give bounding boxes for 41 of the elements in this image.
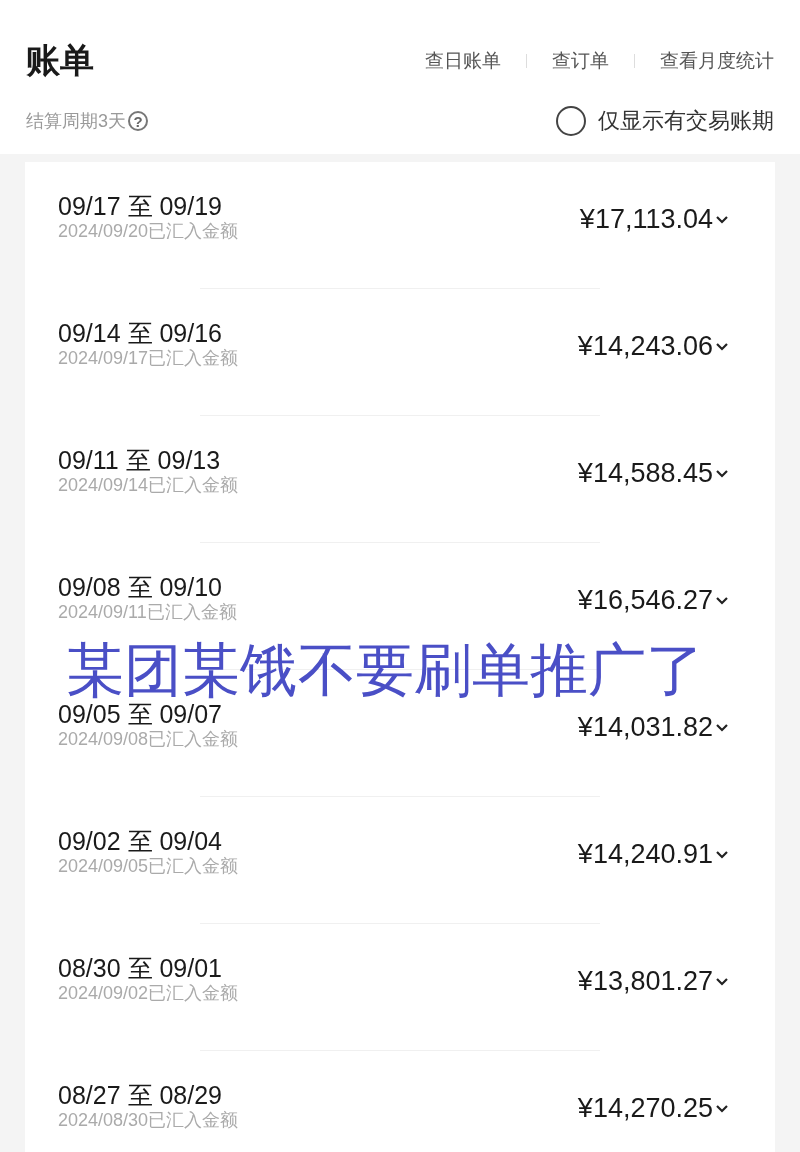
bill-amount[interactable]: ¥14,240.91 <box>577 839 713 870</box>
bill-amount[interactable]: ¥14,270.25 <box>577 1093 713 1124</box>
header-link[interactable]: 查订单 <box>552 48 609 74</box>
bill-note: 2024/09/14已汇入金额 <box>58 474 239 496</box>
chevron-down-icon[interactable] <box>715 595 729 606</box>
bill-period: 08/30 至 09/01 <box>58 954 223 982</box>
bill-period: 09/14 至 09/16 <box>58 319 223 347</box>
chevron-down-icon[interactable] <box>715 214 729 225</box>
bill-note: 2024/09/08已汇入金额 <box>58 728 239 750</box>
bill-amount[interactable]: ¥17,113.04 <box>579 204 713 235</box>
chevron-down-icon[interactable] <box>715 722 729 733</box>
bill-amount[interactable]: ¥14,588.45 <box>577 458 713 489</box>
chevron-down-icon[interactable] <box>715 468 729 479</box>
bill-period: 09/11 至 09/13 <box>58 446 222 474</box>
filter-radio[interactable] <box>556 106 586 136</box>
bill-note: 2024/09/17已汇入金额 <box>58 347 239 369</box>
bill-period: 09/05 至 09/07 <box>58 700 223 728</box>
overlay-caption: 某团某饿不要刷单推广了 <box>66 636 704 703</box>
bill-period: 09/08 至 09/10 <box>58 573 223 601</box>
page-title: 账单 <box>26 40 94 81</box>
header-link[interactable]: 查日账单 <box>425 48 501 74</box>
header-link[interactable]: 查看月度统计 <box>660 48 774 74</box>
chevron-down-icon[interactable] <box>715 849 729 860</box>
bill-note: 2024/09/20已汇入金额 <box>58 220 239 242</box>
bill-amount[interactable]: ¥16,546.27 <box>577 585 713 616</box>
chevron-down-icon[interactable] <box>715 341 729 352</box>
bill-period: 09/02 至 09/04 <box>58 827 223 855</box>
settlement-cycle: 结算周期3天 <box>26 110 126 133</box>
chevron-down-icon[interactable] <box>715 1103 729 1114</box>
filter-label[interactable]: 仅显示有交易账期 <box>598 106 774 136</box>
bill-note: 2024/09/05已汇入金额 <box>58 855 239 877</box>
help-icon[interactable]: ? <box>128 111 148 131</box>
bill-amount[interactable]: ¥14,031.82 <box>577 712 713 743</box>
bill-note: 2024/08/30已汇入金额 <box>58 1109 239 1131</box>
bill-note: 2024/09/02已汇入金额 <box>58 982 239 1004</box>
bill-period: 08/27 至 08/29 <box>58 1081 223 1109</box>
bill-amount[interactable]: ¥13,801.27 <box>577 966 713 997</box>
bill-note: 2024/09/11已汇入金额 <box>58 601 237 623</box>
bill-amount[interactable]: ¥14,243.06 <box>577 331 713 362</box>
chevron-down-icon[interactable] <box>715 976 729 987</box>
bill-period: 09/17 至 09/19 <box>58 192 223 220</box>
